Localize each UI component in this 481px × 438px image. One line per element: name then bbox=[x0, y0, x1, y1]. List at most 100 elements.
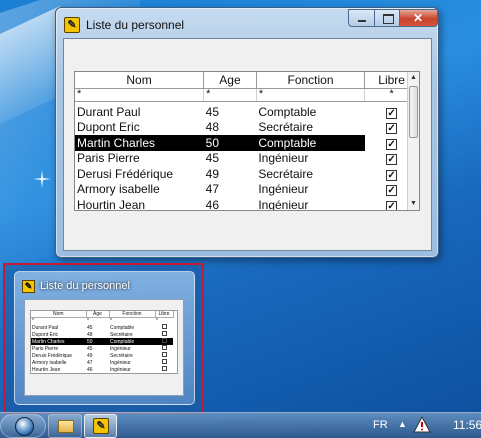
scroll-thumb[interactable] bbox=[409, 86, 418, 138]
cell-nom[interactable]: Derusi Frédérique bbox=[75, 166, 204, 182]
thumbnail-cell-nom: Derusi Frédérique bbox=[32, 352, 73, 359]
libre-checkbox[interactable]: ✓ bbox=[386, 123, 398, 135]
cell-age[interactable]: 50 bbox=[203, 135, 257, 151]
thumbnail-checkbox bbox=[161, 338, 167, 343]
thumbnail-cell-age: 46 bbox=[87, 366, 93, 373]
cell-fonction[interactable]: Comptable bbox=[256, 135, 365, 151]
thumbnail-cell-libre bbox=[155, 366, 173, 373]
thumbnail-cell-libre bbox=[155, 338, 173, 345]
cell-fonction[interactable]: Secrétaire bbox=[256, 120, 364, 136]
table-row[interactable]: Durant Paul 45 Comptable ✓ bbox=[75, 104, 419, 120]
taskbar: ✎ FR ▲ 11:56 bbox=[0, 412, 481, 438]
cell-age[interactable]: 48 bbox=[204, 120, 257, 136]
column-header-age[interactable]: Age bbox=[203, 72, 257, 89]
cell-nom[interactable]: Hourtin Jean bbox=[75, 197, 204, 210]
cell-fonction[interactable]: Ingénieur bbox=[256, 182, 364, 198]
system-clock[interactable]: 11:56 bbox=[453, 418, 481, 432]
window-client-area: Nom Age Fonction Libre * * * * Durant Pa… bbox=[63, 38, 432, 251]
liste-du-personnel-window: ✎ Liste du personnel Nom Age Fonction Li… bbox=[55, 7, 439, 258]
scroll-up-arrow-icon[interactable]: ▲ bbox=[408, 72, 419, 84]
personnel-grid[interactable]: Nom Age Fonction Libre * * * * Durant Pa… bbox=[74, 71, 420, 211]
table-row[interactable]: Armory isabelle 47 Ingénieur ✓ bbox=[75, 182, 419, 198]
thumbnail-cell-fonction: Ingénieur bbox=[110, 359, 131, 366]
table-row[interactable]: Derusi Frédérique 49 Secrétaire ✓ bbox=[75, 166, 419, 182]
thumbnail-row: Paris Pierre 45 Ingénieur bbox=[31, 345, 173, 352]
thumbnail-window-image: Nom Age Fonction Libre * * * * Durant Pa… bbox=[24, 299, 184, 396]
table-row[interactable]: Dupont Eric 48 Secrétaire ✓ bbox=[75, 120, 419, 136]
thumbnail-cell-libre bbox=[155, 352, 173, 359]
libre-checkbox[interactable]: ✓ bbox=[386, 154, 398, 166]
close-button[interactable] bbox=[399, 9, 438, 27]
thumbnail-cell-libre bbox=[155, 324, 173, 331]
cell-nom[interactable]: Dupont Eric bbox=[75, 120, 204, 136]
thumbnail-checkbox bbox=[161, 359, 167, 364]
taskbar-thumbnail-preview[interactable]: ✎ Liste du personnel Nom Age Fonction Li… bbox=[3, 263, 204, 414]
maximize-button[interactable] bbox=[374, 9, 400, 27]
thumbnail-cell-nom: Martin Charles bbox=[31, 338, 86, 345]
thumbnail-cell-fonction: Secrétaire bbox=[110, 331, 133, 338]
libre-checkbox[interactable]: ✓ bbox=[386, 169, 398, 181]
cell-fonction[interactable]: Ingénieur bbox=[256, 151, 364, 167]
taskbar-app-button[interactable]: ✎ bbox=[84, 414, 117, 438]
thumbnail-cell-age: 50 bbox=[86, 338, 109, 345]
thumbnail-cell-fonction: Ingénieur bbox=[110, 345, 131, 352]
thumbnail-cell-nom: Paris Pierre bbox=[32, 345, 59, 352]
table-row[interactable]: Paris Pierre 45 Ingénieur ✓ bbox=[75, 151, 419, 167]
cell-nom[interactable]: Durant Paul bbox=[75, 104, 204, 120]
thumbnail-cell-fonction: Ingénieur bbox=[110, 366, 131, 373]
thumbnail-cell-fonction: Secrétaire bbox=[110, 352, 133, 359]
thumbnail-checkbox bbox=[161, 331, 167, 336]
filter-cell-age[interactable]: * bbox=[203, 88, 257, 102]
windows-orb-icon bbox=[15, 417, 34, 436]
action-center-warning-icon[interactable] bbox=[413, 416, 431, 433]
taskbar-explorer-button[interactable] bbox=[48, 414, 82, 438]
cell-age[interactable]: 46 bbox=[204, 197, 257, 210]
cell-fonction[interactable]: Ingénieur bbox=[256, 197, 364, 210]
libre-checkbox[interactable]: ✓ bbox=[386, 107, 398, 119]
thumbnail-cell-age: 45 bbox=[87, 345, 93, 352]
cell-nom[interactable]: Paris Pierre bbox=[75, 151, 204, 167]
thumbnail-cell-fonction: Comptable bbox=[109, 338, 155, 345]
libre-checkbox[interactable]: ✓ bbox=[386, 185, 398, 197]
cell-age[interactable]: 47 bbox=[204, 182, 257, 198]
minimize-button[interactable] bbox=[348, 9, 375, 27]
thumbnail-row: Armory isabelle 47 Ingénieur bbox=[31, 359, 173, 366]
scroll-down-arrow-icon[interactable]: ▼ bbox=[408, 198, 419, 210]
thumbnail-grid: Nom Age Fonction Libre * * * * Durant Pa… bbox=[30, 310, 178, 374]
table-row[interactable]: Martin Charles 50 Comptable ✓ bbox=[75, 135, 419, 151]
thumbnail-row: Martin Charles 50 Comptable bbox=[31, 338, 173, 345]
cell-nom[interactable]: Armory isabelle bbox=[75, 182, 204, 198]
thumbnail-checkbox bbox=[161, 324, 167, 329]
libre-checkbox[interactable]: ✓ bbox=[386, 138, 398, 150]
cell-age[interactable]: 45 bbox=[204, 151, 257, 167]
thumbnail-row: Durant Paul 45 Comptable bbox=[31, 324, 173, 331]
thumbnail-row: Dupont Eric 48 Secrétaire bbox=[31, 331, 173, 338]
libre-checkbox[interactable]: ✓ bbox=[386, 200, 398, 210]
thumbnail-cell-age: 48 bbox=[87, 331, 93, 338]
language-indicator[interactable]: FR bbox=[373, 419, 388, 431]
thumbnail-cell-libre bbox=[155, 345, 173, 352]
filter-cell-nom[interactable]: * bbox=[75, 88, 205, 102]
column-header-fonction[interactable]: Fonction bbox=[256, 72, 366, 89]
grid-vertical-scrollbar[interactable]: ▲ ▼ bbox=[407, 72, 419, 210]
show-hidden-icons-arrow-icon[interactable]: ▲ bbox=[398, 419, 407, 429]
thumbnail-checkbox bbox=[161, 352, 167, 357]
window-title: Liste du personnel bbox=[86, 18, 185, 32]
thumbnail-cell-age: 45 bbox=[87, 324, 93, 331]
thumbnail-checkbox bbox=[161, 366, 167, 371]
cell-age[interactable]: 45 bbox=[204, 104, 257, 120]
window-titlebar[interactable]: ✎ Liste du personnel bbox=[56, 8, 438, 38]
column-header-nom[interactable]: Nom bbox=[75, 72, 205, 89]
cell-nom[interactable]: Martin Charles bbox=[75, 135, 204, 151]
filter-cell-fonction[interactable]: * bbox=[256, 88, 366, 102]
thumbnail-cell-libre bbox=[155, 359, 173, 366]
cell-fonction[interactable]: Secrétaire bbox=[256, 166, 364, 182]
cell-age[interactable]: 49 bbox=[204, 166, 257, 182]
app-yellow-icon[interactable]: ✎ bbox=[64, 17, 80, 33]
thumbnail-frame: ✎ Liste du personnel Nom Age Fonction Li… bbox=[14, 271, 195, 405]
cell-fonction[interactable]: Comptable bbox=[256, 104, 364, 120]
start-button[interactable] bbox=[0, 414, 46, 438]
thumbnail-cell-fonction: Comptable bbox=[110, 324, 135, 331]
thumbnail-cell-nom: Dupont Eric bbox=[32, 331, 59, 338]
table-row[interactable]: Hourtin Jean 46 Ingénieur ✓ bbox=[75, 197, 419, 210]
